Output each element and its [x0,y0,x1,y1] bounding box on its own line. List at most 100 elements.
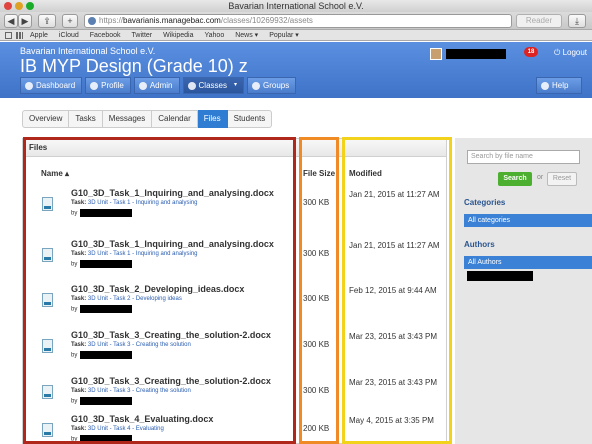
tab-files[interactable]: Files [197,110,228,128]
nav-admin-label: Admin [149,81,173,90]
logout-link[interactable]: ⏻ Logout [554,48,587,58]
file-name-link[interactable]: G10_3D_Task_2_Developing_ideas.docx [71,284,244,294]
tab-calendar[interactable]: Calendar [152,110,198,128]
task-link[interactable]: 3D Unit - Task 3 - Creating the solution [88,388,191,394]
author-redacted[interactable] [80,260,133,268]
tab-students[interactable]: Students [227,110,273,128]
top-sites-icon[interactable] [16,32,23,39]
task-label: Task: [71,200,87,206]
table-row[interactable]: G10_3D_Task_1_Inquiring_and_analysing.do… [23,183,446,227]
file-modified: Mar 23, 2015 at 3:43 PM [349,332,438,341]
task-label: Task: [71,296,87,302]
file-task: Task: 3D Unit - Task 1 - Inquiring and a… [71,251,198,257]
id-card-icon [90,81,99,90]
task-link[interactable]: 3D Unit - Task 2 - Developing ideas [88,296,182,302]
file-author: by [71,397,133,405]
nav-profile[interactable]: Profile [85,77,131,94]
zoom-window-icon[interactable] [26,2,34,10]
tab-tasks[interactable]: Tasks [69,110,103,128]
by-label: by [71,261,78,268]
user-name-redacted[interactable] [446,49,506,59]
doc-file-icon [42,293,53,307]
lifebuoy-icon [541,81,549,90]
task-link[interactable]: 3D Unit - Task 4 - Evaluating [88,426,164,432]
file-author: by [71,351,133,359]
task-link[interactable]: 3D Unit - Task 3 - Creating the solution [88,342,191,348]
col-name-header[interactable]: Name ▴ [41,169,69,178]
task-label: Task: [71,251,87,257]
author-redacted[interactable] [80,209,133,217]
author-redacted[interactable] [80,305,133,313]
nav-groups[interactable]: Groups [246,77,297,94]
help-button[interactable]: Help [536,77,582,94]
table-row[interactable]: G10_3D_Task_2_Developing_ideas.docx Task:… [23,279,446,323]
author-redacted[interactable] [80,351,133,359]
groups-icon [251,81,260,90]
file-modified: Jan 21, 2015 at 11:27 AM [349,241,440,250]
share-button[interactable]: ⇪ [38,14,56,28]
category-all[interactable]: All categories [464,214,592,227]
col-size-header[interactable]: File Size [303,169,335,178]
nav-classes-label: Classes [198,81,227,90]
file-modified: May 4, 2015 at 3:35 PM [349,416,434,425]
doc-file-icon [42,339,53,353]
reader-button[interactable]: Reader [516,14,562,28]
search-button[interactable]: Search [498,172,532,186]
downloads-button[interactable]: ⤓ [568,14,586,28]
file-size: 300 KB [303,294,330,303]
new-tab-button[interactable]: + [62,14,78,28]
file-name-link[interactable]: G10_3D_Task_1_Inquiring_and_analysing.do… [71,188,274,198]
by-label: by [71,436,78,443]
globe-icon [138,81,147,90]
bookmark-icloud[interactable]: iCloud [59,30,79,40]
bookmark-wikipedia[interactable]: Wikipedia [163,30,193,40]
file-task: Task: 3D Unit - Task 1 - Inquiring and a… [71,200,198,206]
author-name-redacted[interactable] [467,271,533,281]
author-all[interactable]: All Authors [464,256,592,269]
avatar[interactable] [430,48,442,60]
bookmark-facebook[interactable]: Facebook [90,30,121,40]
table-row[interactable]: G10_3D_Task_3_Creating_the_solution-2.do… [23,325,446,369]
col-modified-header[interactable]: Modified [349,169,382,178]
globe-icon [88,17,96,25]
file-name-link[interactable]: G10_3D_Task_1_Inquiring_and_analysing.do… [71,239,274,249]
task-link[interactable]: 3D Unit - Task 1 - Inquiring and analysi… [88,200,198,206]
browser-toolbar: ◀ ▶ ⇪ + https://bavarianis.managebac.com… [0,12,592,30]
reset-button[interactable]: Reset [547,172,577,186]
bookmarks-bar: Apple iCloud Facebook Twitter Wikipedia … [0,30,592,41]
table-row[interactable]: G10_3D_Task_1_Inquiring_and_analysing.do… [23,234,446,278]
url-scheme: https:// [99,16,124,25]
forward-button[interactable]: ▶ [18,14,32,28]
tab-messages[interactable]: Messages [102,110,153,128]
nav-classes[interactable]: Classes ▾ [182,77,244,94]
doc-file-icon [42,197,53,211]
address-bar[interactable]: https://bavarianis.managebac.com/classes… [84,14,512,28]
back-button[interactable]: ◀ [4,14,18,28]
task-label: Task: [71,388,87,394]
bookmark-apple[interactable]: Apple [30,30,48,40]
tab-overview[interactable]: Overview [22,110,70,128]
dashboard-icon [25,81,33,90]
search-input[interactable]: Search by file name [467,150,580,164]
file-name-link[interactable]: G10_3D_Task_3_Creating_the_solution-2.do… [71,376,271,386]
nav-admin[interactable]: Admin [133,77,180,94]
bookmark-news[interactable]: News ▾ [235,30,258,40]
bookmark-twitter[interactable]: Twitter [132,30,153,40]
file-name-link[interactable]: G10_3D_Task_4_Evaluating.docx [71,414,213,424]
bookmark-popular[interactable]: Popular ▾ [269,30,299,40]
file-size: 300 KB [303,340,330,349]
nav-dashboard[interactable]: Dashboard [20,77,83,94]
file-name-link[interactable]: G10_3D_Task_3_Creating_the_solution-2.do… [71,330,271,340]
bookmark-yahoo[interactable]: Yahoo [205,30,225,40]
close-window-icon[interactable] [4,2,12,10]
table-row[interactable]: G10_3D_Task_4_Evaluating.docx Task: 3D Un… [23,409,446,444]
file-task: Task: 3D Unit - Task 4 - Evaluating [71,426,164,432]
file-size: 200 KB [303,424,330,433]
minimize-window-icon[interactable] [15,2,23,10]
window-controls[interactable] [4,2,34,10]
task-link[interactable]: 3D Unit - Task 1 - Inquiring and analysi… [88,251,198,257]
author-redacted[interactable] [80,435,133,443]
notification-badge[interactable]: 18 [524,47,538,57]
reading-list-icon[interactable] [5,32,12,39]
author-redacted[interactable] [80,397,133,405]
